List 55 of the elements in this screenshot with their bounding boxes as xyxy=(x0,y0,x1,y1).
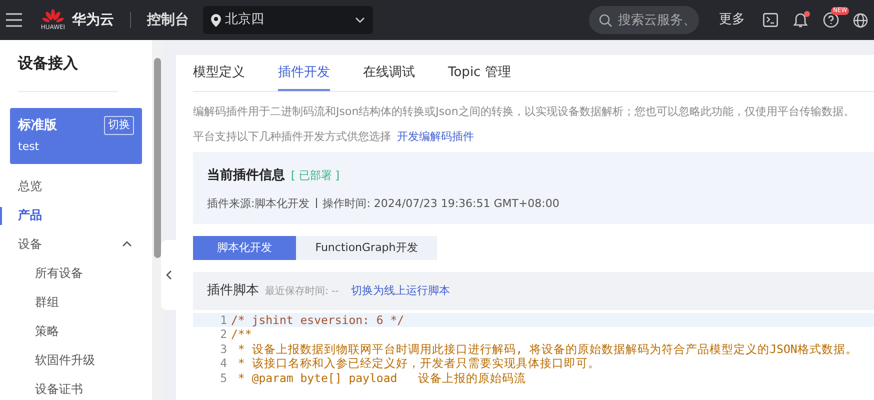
line-number: 1 xyxy=(219,312,228,327)
line-number: 2 xyxy=(219,327,228,342)
active-indicator xyxy=(0,206,2,224)
chevron-down-icon xyxy=(355,17,365,23)
plugin-source: 插件来源:脚本化开发 xyxy=(207,196,310,210)
code-line: * 该接口名称和入参已经定义好，开发者只需要实现具体接口即可。 xyxy=(236,356,600,370)
tab[interactable]: Topic 管理 xyxy=(448,62,511,91)
collapse-handle[interactable] xyxy=(161,240,176,310)
sidebar-subitem[interactable]: 所有设备 xyxy=(10,258,142,288)
tab[interactable]: 在线调试 xyxy=(363,62,415,91)
code-line: /** xyxy=(231,327,252,342)
description-text: 编解码插件用于二进制码流和Json结构体的转换或Json之间的转换，以实现设备数据解析；您也可以忽略此功能，仅使用平台传输数据。 xyxy=(193,104,856,120)
sidebar-subitem[interactable]: 群组 xyxy=(10,288,142,316)
switch-runtime-link[interactable]: 切换为线上运行脚本 xyxy=(350,284,450,297)
sidebar-subitem[interactable]: 策略 xyxy=(10,316,142,346)
edition-name: 标准版 xyxy=(18,116,57,134)
last-saved-time: 最近保存时间: -- xyxy=(265,286,339,297)
globe-icon[interactable] xyxy=(853,12,868,28)
chevron-left-icon xyxy=(166,270,172,280)
sidebar-title: 设备接入 xyxy=(16,53,79,74)
switch-button[interactable]: 切换 xyxy=(104,116,134,134)
line-number: 5 xyxy=(219,370,228,385)
sidebar-item[interactable]: 产品 xyxy=(10,200,142,230)
sidebar-subitem[interactable]: 软固件升级 xyxy=(10,346,142,374)
sidebar-item[interactable]: 总览 xyxy=(10,172,142,200)
terminal-icon[interactable] xyxy=(763,13,778,27)
petal-logo-icon xyxy=(42,9,64,24)
code-line: * 设备上报数据到物联网平台时调用此接口进行解码, 将设备的原始数据解码为符合产品模型定义的JSON格式数据。 xyxy=(236,342,858,356)
line-number: 3 xyxy=(219,342,228,356)
sidebar-subitem[interactable]: 设备证书 xyxy=(10,374,142,400)
methods-text: 平台支持以下几种插件开发方式供您选择 xyxy=(193,130,391,142)
code-line: * @param byte[] payload 设备上报的原始码流 xyxy=(236,370,526,385)
help-icon[interactable] xyxy=(823,12,839,28)
bell-icon[interactable] xyxy=(793,12,808,28)
console-link[interactable]: 控制台 xyxy=(147,10,189,30)
develop-plugin-link[interactable]: 开发编解码插件 xyxy=(397,130,474,142)
search-field[interactable]: 搜索云服务、 xyxy=(589,6,699,34)
instance-name: test xyxy=(18,139,40,155)
brand-name[interactable]: 华为云 xyxy=(72,10,114,30)
tab[interactable]: 模型定义 xyxy=(193,62,245,91)
sidebar-item[interactable]: 设备 xyxy=(10,230,142,258)
mode-tab[interactable]: 脚本化开发 xyxy=(193,236,296,260)
location-pin-icon xyxy=(211,14,221,26)
script-title: 插件脚本 xyxy=(207,283,259,298)
mode-tab[interactable]: FunctionGraph开发 xyxy=(296,236,437,260)
region-dropdown[interactable]: 北京四 xyxy=(203,6,373,34)
plugin-info-title: 当前插件信息 xyxy=(207,168,285,183)
code-line: /* jshint esversion: 6 */ xyxy=(231,312,404,327)
menu-icon[interactable] xyxy=(6,13,22,27)
scrollbar-thumb[interactable] xyxy=(154,58,161,258)
deployed-status: [ 已部署 ] xyxy=(291,169,340,182)
tab[interactable]: 插件开发 xyxy=(278,62,330,91)
operation-time: 操作时间: 2024/07/23 19:36:51 GMT+08:00 xyxy=(322,196,560,210)
line-number: 4 xyxy=(219,356,228,370)
more-menu[interactable]: 更多 xyxy=(719,10,745,30)
